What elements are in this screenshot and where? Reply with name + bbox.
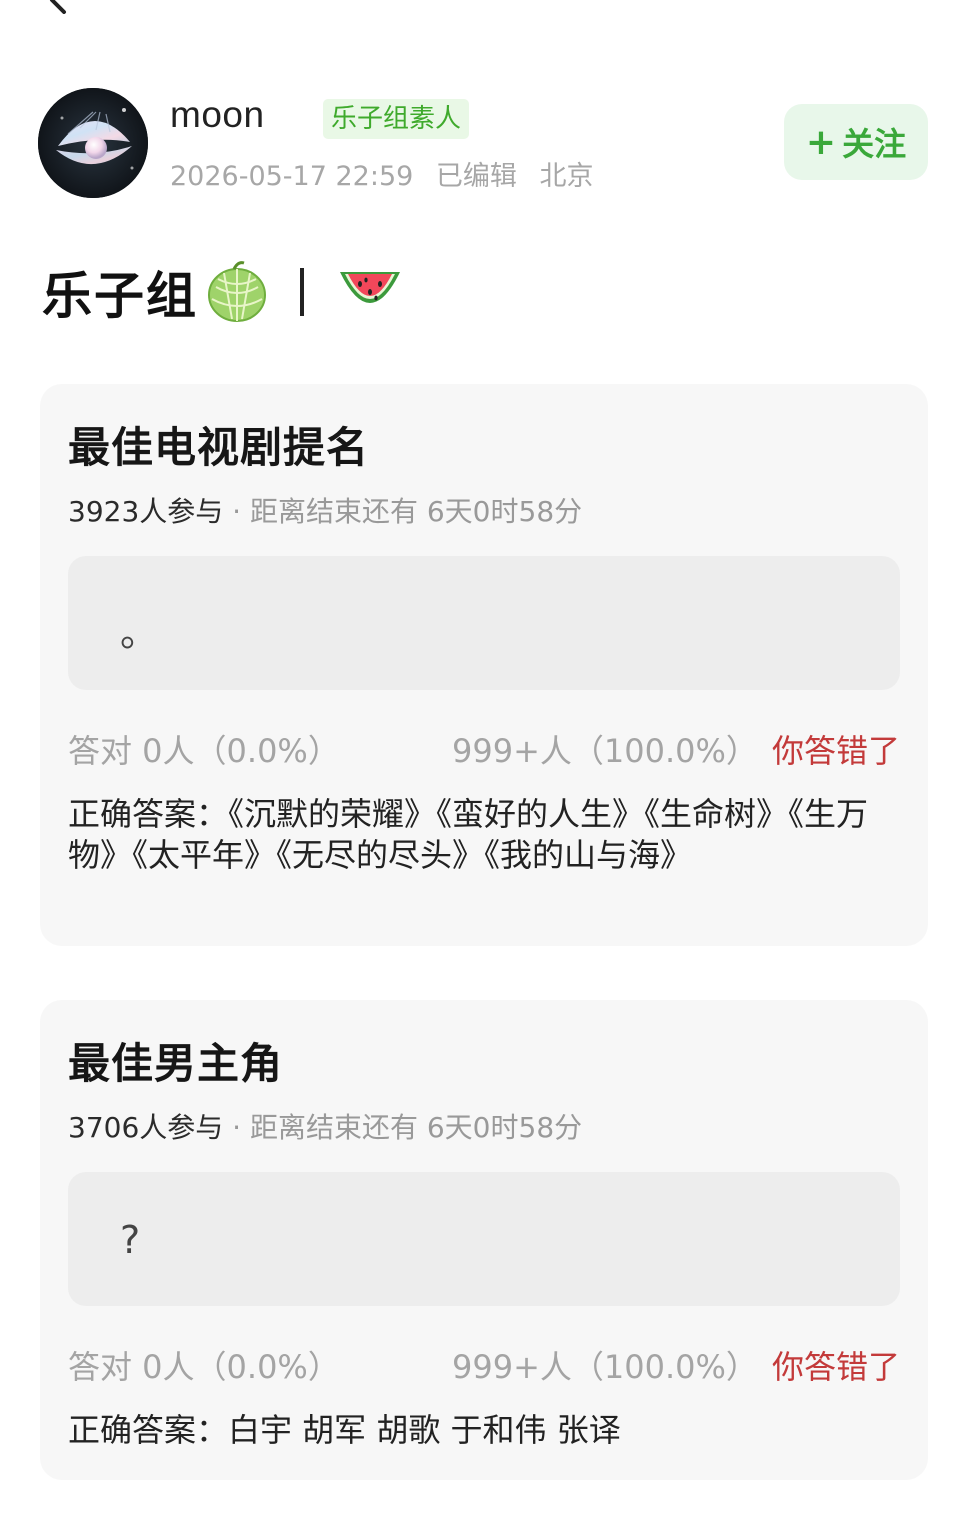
post-timestamp: 2026-05-17 22:59 [170, 161, 414, 192]
title-divider [300, 268, 304, 316]
wrong-answer-label: 你答错了 [771, 732, 900, 770]
result-row: 答对 0人（0.0%） 999+人（100.0%） 你答错了 [68, 1342, 900, 1386]
participant-count: 3923人参与 [68, 495, 224, 528]
plus-icon: + [805, 121, 837, 163]
poll-deadline: 距离结束还有 6天0时58分 [249, 495, 583, 528]
wrong-answer-label: 你答错了 [771, 1348, 900, 1386]
stats-separator: · [223, 1111, 250, 1144]
correct-count: 答对 0人（0.0%） [68, 1348, 340, 1386]
poll-stats: 3923人参与 · 距离结束还有 6天0时58分 [68, 490, 582, 530]
post-title-text: 乐子组 [42, 267, 198, 325]
my-answer-box: ? [68, 1172, 900, 1306]
poll-card: 最佳男主角 3706人参与 · 距离结束还有 6天0时58分 ? 答对 0人（0… [40, 1000, 928, 1480]
my-answer-text: 。 [120, 611, 159, 655]
post-location: 北京 [539, 161, 594, 192]
edited-label: 已编辑 [435, 161, 517, 192]
back-chevron-icon[interactable] [44, 0, 72, 14]
wrong-count: 999+人（100.0%） [452, 1348, 758, 1386]
poll-stats: 3706人参与 · 距离结束还有 6天0时58分 [68, 1106, 582, 1146]
avatar[interactable] [38, 88, 148, 198]
post-header: moon 乐子组素人 2026-05-17 22:59 已编辑 北京 + 关注 [38, 88, 930, 198]
author-name[interactable]: moon [170, 94, 265, 136]
pearl-shell-avatar-icon [38, 88, 148, 198]
correct-count: 答对 0人（0.0%） [68, 732, 340, 770]
poll-title: 最佳电视剧提名 [68, 423, 370, 472]
correct-answer: 正确答案：白宇 胡军 胡歌 于和伟 张译 [68, 1411, 621, 1449]
my-answer-text: ? [120, 1218, 141, 1262]
result-row: 答对 0人（0.0%） 999+人（100.0%） 你答错了 [68, 726, 900, 770]
watermelon-icon [340, 272, 400, 303]
follow-button[interactable]: + 关注 [784, 104, 928, 180]
poll-title: 最佳男主角 [68, 1039, 284, 1088]
stats-separator: · [223, 495, 250, 528]
author-tag-badge[interactable]: 乐子组素人 [323, 99, 470, 139]
poll-deadline: 距离结束还有 6天0时58分 [249, 1111, 583, 1144]
poll-card: 最佳电视剧提名 3923人参与 · 距离结束还有 6天0时58分 。 答对 0人… [40, 384, 928, 946]
wrong-count: 999+人（100.0%） [452, 732, 758, 770]
melon-icon [208, 261, 266, 322]
post-title: 乐子组 [42, 252, 404, 332]
my-answer-box: 。 [68, 556, 900, 690]
follow-label: 关注 [842, 125, 907, 163]
post-meta: 2026-05-17 22:59 已编辑 北京 [170, 154, 608, 193]
participant-count: 3706人参与 [68, 1111, 224, 1144]
correct-answer: 正确答案：《沉默的荣耀》《蛮好的人生》《生命树》《生万物》《太平年》《无尽的尽头… [68, 795, 869, 874]
